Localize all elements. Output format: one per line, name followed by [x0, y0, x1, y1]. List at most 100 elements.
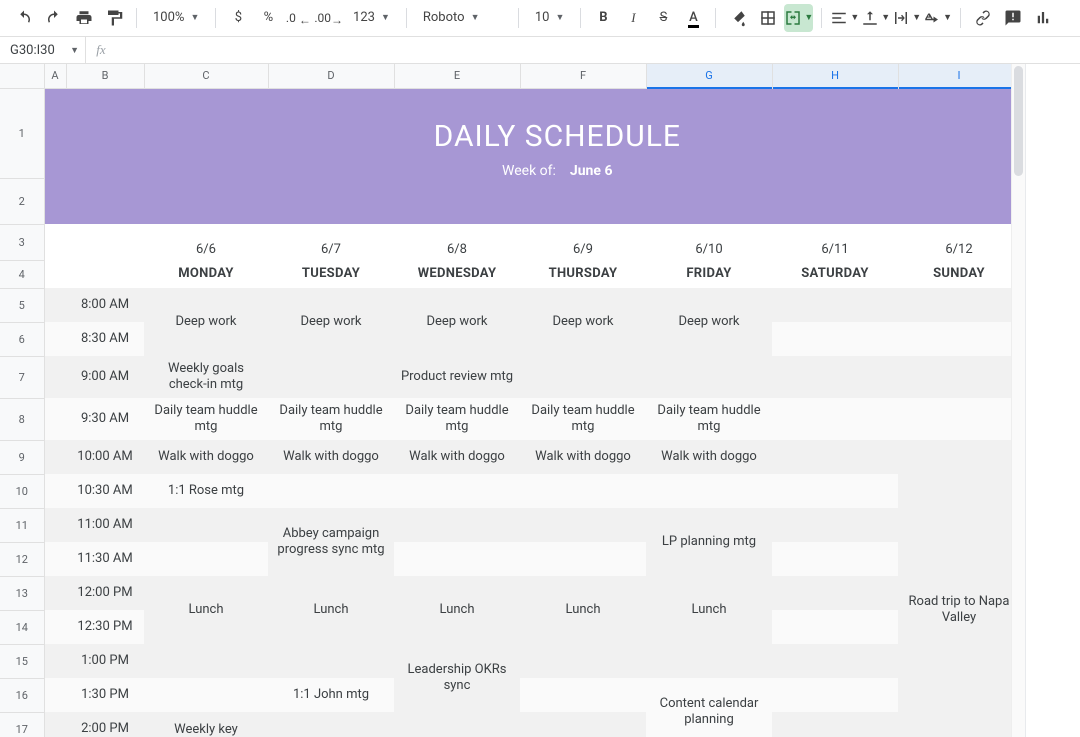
cell[interactable] — [772, 322, 898, 356]
date-header[interactable]: 6/8 — [394, 224, 520, 260]
increase-decimal-button[interactable]: .00→ — [314, 4, 343, 32]
text-rotation-button[interactable]: ▼ — [923, 4, 952, 32]
merge-cells-button[interactable]: ▼ — [784, 4, 813, 32]
row-header-4[interactable]: 4 — [0, 260, 44, 288]
cell[interactable] — [394, 712, 520, 737]
event-cell[interactable]: Walk with doggo — [646, 440, 772, 474]
cell[interactable] — [520, 542, 646, 576]
event-cell[interactable]: Lunch — [520, 576, 646, 644]
time-cell[interactable]: 2:00 PM — [66, 712, 144, 737]
event-cell[interactable]: Content calendar planning — [646, 678, 772, 737]
cell[interactable] — [44, 576, 66, 610]
paint-format-button[interactable] — [100, 4, 128, 32]
col-header-G[interactable]: G — [646, 64, 772, 88]
event-cell[interactable]: Lunch — [268, 576, 394, 644]
cell[interactable] — [772, 576, 898, 610]
day-header[interactable]: WEDNESDAY — [394, 260, 520, 288]
event-cell[interactable]: Daily team huddle mtg — [394, 398, 520, 440]
scrollbar-thumb[interactable] — [1014, 66, 1023, 176]
cell[interactable] — [394, 542, 520, 576]
text-wrap-button[interactable]: ▼ — [892, 4, 921, 32]
cell[interactable] — [44, 224, 66, 260]
col-header-E[interactable]: E — [394, 64, 520, 88]
cell[interactable] — [268, 712, 394, 737]
cell[interactable] — [898, 288, 1020, 322]
cell[interactable] — [44, 288, 66, 322]
cell[interactable] — [772, 440, 898, 474]
row-header-9[interactable]: 9 — [0, 440, 44, 474]
cell[interactable] — [44, 260, 66, 288]
col-header-F[interactable]: F — [520, 64, 646, 88]
event-cell[interactable]: Walk with doggo — [394, 440, 520, 474]
row-header-12[interactable]: 12 — [0, 542, 44, 576]
cell[interactable] — [268, 474, 394, 508]
col-header-D[interactable]: D — [268, 64, 394, 88]
col-header-I[interactable]: I — [898, 64, 1020, 88]
cell[interactable] — [144, 644, 268, 678]
day-header[interactable]: MONDAY — [144, 260, 268, 288]
cell[interactable] — [44, 712, 66, 737]
event-cell[interactable]: Lunch — [646, 576, 772, 644]
event-cell[interactable]: LP planning mtg — [646, 508, 772, 576]
cell[interactable] — [772, 542, 898, 576]
event-cell[interactable]: Abbey campaign progress sync mtg — [268, 508, 394, 576]
cell[interactable] — [44, 398, 66, 440]
event-cell[interactable]: 1:1 John mtg — [268, 678, 394, 712]
event-cell[interactable]: Leadership OKRs sync — [394, 644, 520, 712]
day-header[interactable]: THURSDAY — [520, 260, 646, 288]
cell[interactable] — [898, 356, 1020, 398]
event-cell[interactable]: Daily team huddle mtg — [268, 398, 394, 440]
time-cell[interactable]: 8:00 AM — [66, 288, 144, 322]
cell[interactable] — [44, 644, 66, 678]
time-cell[interactable]: 11:00 AM — [66, 508, 144, 542]
insert-comment-button[interactable] — [999, 4, 1027, 32]
cell[interactable] — [144, 508, 268, 542]
cell[interactable] — [772, 712, 898, 737]
day-header[interactable]: SATURDAY — [772, 260, 898, 288]
vertical-align-button[interactable]: ▼ — [861, 4, 890, 32]
event-cell[interactable]: Walk with doggo — [144, 440, 268, 474]
row-header-17[interactable]: 17 — [0, 712, 44, 737]
format-percent-button[interactable]: % — [254, 4, 282, 32]
print-button[interactable] — [70, 4, 98, 32]
cell[interactable] — [898, 322, 1020, 356]
event-cell[interactable]: 1:1 Rose mtg — [144, 474, 268, 508]
decrease-decimal-button[interactable]: .0 ← — [284, 4, 312, 32]
cell[interactable] — [772, 610, 898, 644]
time-cell[interactable]: 12:00 PM — [66, 576, 144, 610]
event-cell[interactable]: Walk with doggo — [520, 440, 646, 474]
cell[interactable] — [268, 644, 394, 678]
more-formats-select[interactable]: 123▼ — [345, 4, 398, 32]
cell[interactable] — [772, 644, 898, 678]
date-header[interactable]: 6/9 — [520, 224, 646, 260]
row-header-8[interactable]: 8 — [0, 398, 44, 440]
cell[interactable] — [144, 678, 268, 712]
col-header-A[interactable]: A — [44, 64, 66, 88]
event-cell[interactable]: Deep work — [394, 288, 520, 356]
row-header-5[interactable]: 5 — [0, 288, 44, 322]
time-cell[interactable]: 11:30 AM — [66, 542, 144, 576]
date-header[interactable]: 6/12 — [898, 224, 1020, 260]
date-header[interactable]: 6/6 — [144, 224, 268, 260]
time-cell[interactable]: 12:30 PM — [66, 610, 144, 644]
format-currency-button[interactable]: $ — [224, 4, 252, 32]
cell[interactable] — [520, 474, 646, 508]
cell[interactable] — [44, 440, 66, 474]
day-header[interactable]: SUNDAY — [898, 260, 1020, 288]
borders-button[interactable] — [754, 4, 782, 32]
row-header-15[interactable]: 15 — [0, 644, 44, 678]
cell[interactable] — [44, 542, 66, 576]
event-cell[interactable]: Deep work — [646, 288, 772, 356]
event-cell[interactable]: Daily team huddle mtg — [144, 398, 268, 440]
text-color-button[interactable]: A — [679, 4, 707, 32]
date-header[interactable]: 6/10 — [646, 224, 772, 260]
time-cell[interactable]: 8:30 AM — [66, 322, 144, 356]
day-header[interactable]: FRIDAY — [646, 260, 772, 288]
font-size-select[interactable]: 10▼ — [527, 4, 573, 32]
select-all-corner[interactable] — [0, 64, 44, 88]
row-header-2[interactable]: 2 — [0, 178, 44, 224]
cell[interactable] — [520, 356, 646, 398]
day-header[interactable]: TUESDAY — [268, 260, 394, 288]
cell[interactable] — [898, 398, 1020, 440]
row-header-11[interactable]: 11 — [0, 508, 44, 542]
